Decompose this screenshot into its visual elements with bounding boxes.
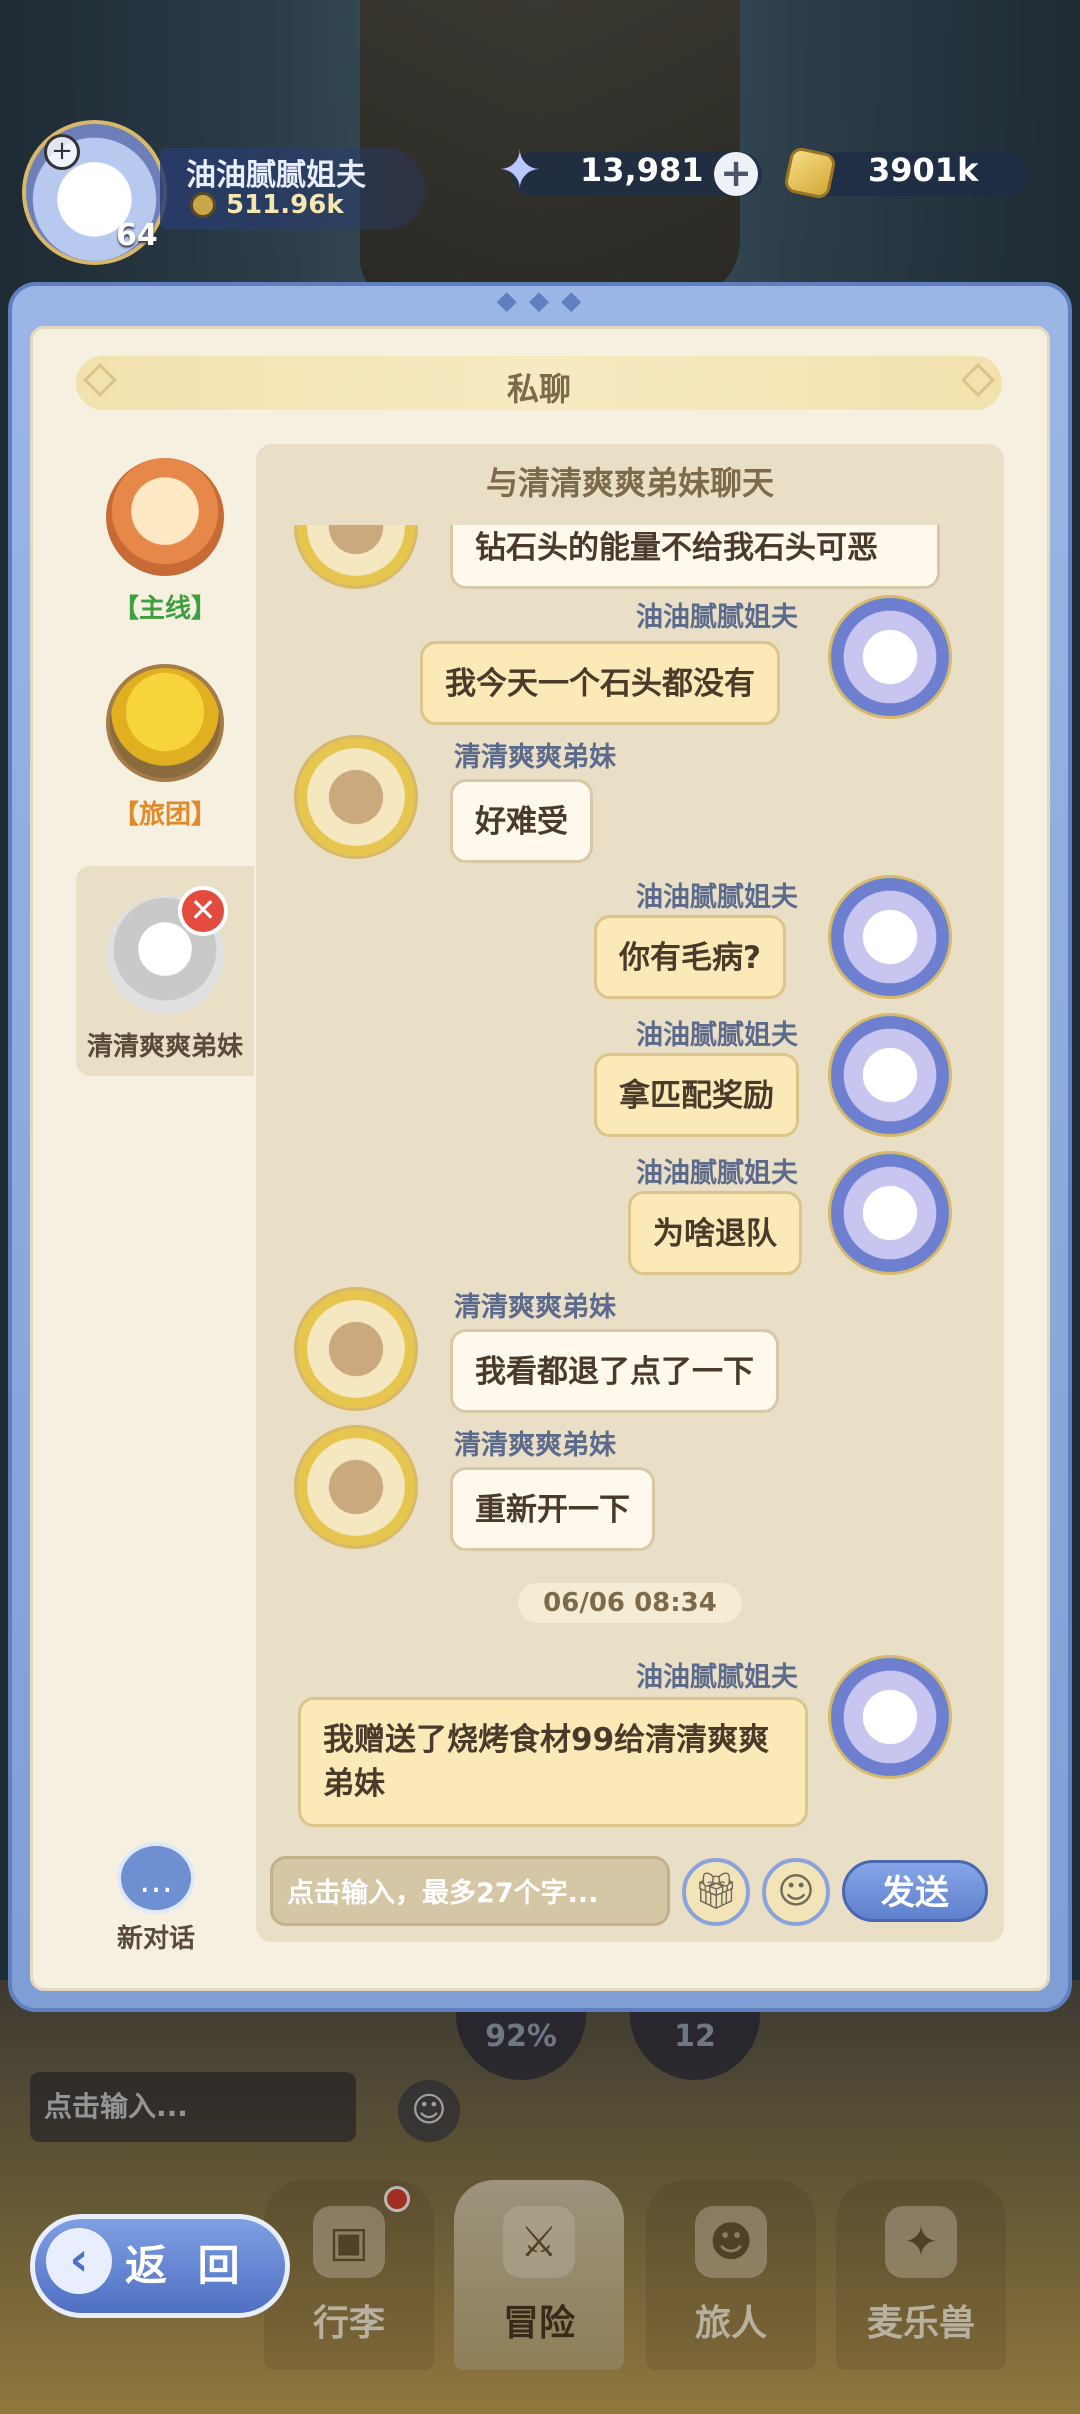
message-bubble: 钻石头的能量不给我石头可恶: [450, 525, 940, 589]
friend-avatar: [294, 1425, 418, 1549]
coin-value: 3901k: [868, 151, 979, 189]
my-avatar: [828, 595, 952, 719]
message-bubble: 我今天一个石头都没有: [420, 641, 780, 725]
contact-label: 清清爽爽弟妹: [86, 1032, 243, 1062]
guild-tree-avatar: [106, 664, 224, 782]
contact-main-quest[interactable]: 【主线】: [76, 458, 254, 625]
star-crystal-icon: ✦: [498, 141, 542, 201]
my-avatar: [828, 1655, 952, 1779]
message-bubble: 拿匹配奖励: [594, 1053, 799, 1137]
main-quest-avatar: [106, 458, 224, 576]
remove-contact-button[interactable]: ✕: [178, 886, 228, 936]
sender-name: 清清爽爽弟妹: [454, 1430, 616, 1461]
message-bubble: 为啥退队: [628, 1191, 802, 1275]
message-list[interactable]: 钻石头的能量不给我石头可恶 油油腻腻姐夫 我今天一个石头都没有 清清爽爽弟妹 好…: [270, 525, 990, 1847]
friend-avatar: [294, 525, 418, 589]
chat-title: 与清清爽爽弟妹聊天: [485, 464, 774, 502]
my-avatar: [828, 875, 952, 999]
add-diamonds-button[interactable]: +: [714, 152, 758, 196]
my-avatar: [828, 1013, 952, 1137]
message-bubble: 重新开一下: [450, 1467, 655, 1551]
sender-name: 油油腻腻姐夫: [636, 602, 798, 633]
player-name: 油油腻腻姐夫: [186, 158, 366, 193]
sender-name: 清清爽爽弟妹: [454, 1292, 616, 1323]
sender-name: 油油腻腻姐夫: [636, 1020, 798, 1051]
friend-avatar: [294, 1287, 418, 1411]
contact-friend-selected[interactable]: 清清爽爽弟妹: [76, 866, 254, 1076]
chat-message-input[interactable]: 点击输入，最多27个字...: [270, 1856, 670, 1926]
my-avatar: [828, 1151, 952, 1275]
sender-name: 油油腻腻姐夫: [636, 882, 798, 913]
message-bubble: 我看都退了点了一下: [450, 1329, 779, 1413]
smiley-icon[interactable]: ☺: [762, 1858, 830, 1926]
message-timestamp: 06/06 08:34: [518, 1583, 742, 1623]
gift-icon[interactable]: 🎁︎: [682, 1858, 750, 1926]
add-icon[interactable]: +: [44, 134, 80, 170]
chat-bubble-icon: …: [117, 1842, 195, 1914]
contact-label: 【旅团】: [112, 800, 217, 830]
new-chat-label: 新对话: [116, 1924, 195, 1954]
sender-name: 清清爽爽弟妹: [454, 742, 616, 773]
message-bubble: 我赠送了烧烤食材99给清清爽爽弟妹: [298, 1697, 808, 1827]
power-icon: [190, 192, 216, 218]
message-bubble: 你有毛病?: [594, 915, 786, 999]
player-power: 511.96k: [226, 190, 344, 220]
contact-label: 【主线】: [112, 594, 217, 624]
diamond-value: 13,981: [580, 151, 704, 189]
modal-title: 私聊: [506, 370, 571, 408]
send-button[interactable]: 发送: [842, 1860, 988, 1922]
sender-name: 油油腻腻姐夫: [636, 1158, 798, 1189]
contact-guild[interactable]: 【旅团】: [76, 664, 254, 831]
modal-ornament: ◆ ◆ ◆: [496, 286, 584, 316]
new-chat-button[interactable]: … 新对话: [106, 1842, 206, 1955]
player-level: 64: [116, 218, 158, 253]
friend-avatar: [294, 735, 418, 859]
message-bubble: 好难受: [450, 779, 593, 863]
back-arrow-icon: ‹: [46, 2228, 112, 2294]
modal-title-bar: 私聊: [76, 356, 1002, 410]
sender-name: 油油腻腻姐夫: [636, 1662, 798, 1693]
